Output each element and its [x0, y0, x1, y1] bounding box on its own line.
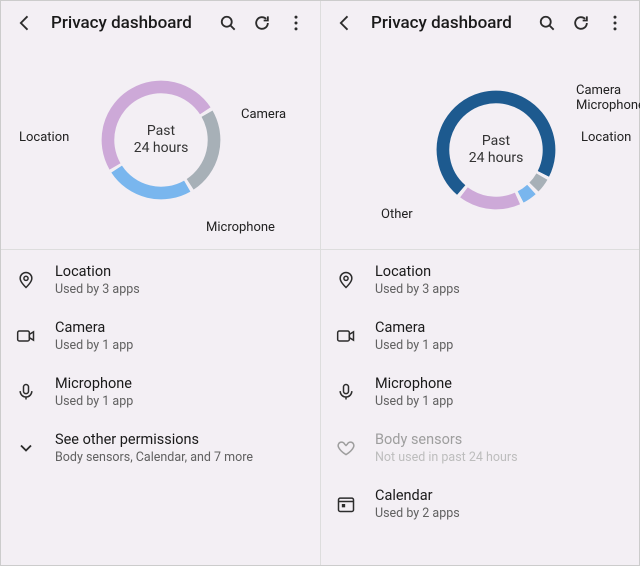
permission-row-microphone[interactable]: Microphone Used by 1 app — [321, 364, 639, 420]
permission-row-calendar[interactable]: Calendar Used by 2 apps — [321, 476, 639, 532]
row-subtitle: Used by 2 apps — [375, 506, 460, 521]
usage-donut-chart: Past 24 hours Other Camera Microphone Lo… — [321, 45, 639, 250]
calendar-icon — [335, 494, 357, 514]
chart-label-camera: Camera — [241, 107, 286, 122]
camera-icon — [335, 326, 357, 346]
heart-icon — [335, 438, 357, 458]
row-subtitle: Used by 1 app — [375, 394, 453, 409]
app-bar: Privacy dashboard — [1, 1, 320, 45]
microphone-icon — [335, 382, 357, 402]
chart-label-camera: Camera — [576, 83, 621, 98]
chart-label-location: Location — [19, 130, 69, 145]
right-panel: Privacy dashboard — [320, 1, 639, 565]
row-title: See other permissions — [55, 431, 253, 448]
more-icon[interactable] — [601, 9, 629, 37]
usage-donut-chart: Past 24 hours Location Camera Microphone — [1, 45, 320, 250]
row-title: Location — [375, 263, 460, 280]
refresh-icon[interactable] — [567, 9, 595, 37]
row-subtitle: Body sensors, Calendar, and 7 more — [55, 450, 253, 465]
permission-list: Location Used by 3 apps Camera Used by 1 ap… — [321, 250, 639, 534]
back-icon[interactable] — [11, 9, 39, 37]
permission-list: Location Used by 3 apps Camera Used by 1 ap… — [1, 250, 320, 478]
permission-row-see-other-permissions[interactable]: See other permissions Body sensors, Calen… — [1, 420, 320, 476]
permission-row-microphone[interactable]: Microphone Used by 1 app — [1, 364, 320, 420]
microphone-icon — [15, 382, 37, 402]
donut-center-label: Past 24 hours — [426, 80, 566, 220]
row-title: Camera — [55, 319, 133, 336]
left-panel: Privacy dashboard — [1, 1, 320, 565]
location-pin-icon — [335, 270, 357, 290]
permission-row-location[interactable]: Location Used by 3 apps — [1, 252, 320, 308]
row-title: Location — [55, 263, 140, 280]
search-icon[interactable] — [214, 9, 242, 37]
app-bar: Privacy dashboard — [321, 1, 639, 45]
row-title: Microphone — [375, 375, 453, 392]
row-title: Body sensors — [375, 431, 518, 448]
chevron-down-icon — [15, 438, 37, 458]
permission-row-camera[interactable]: Camera Used by 1 app — [1, 308, 320, 364]
row-title: Calendar — [375, 487, 460, 504]
row-subtitle: Used by 3 apps — [375, 282, 460, 297]
page-title: Privacy dashboard — [365, 13, 527, 33]
permission-row-location[interactable]: Location Used by 3 apps — [321, 252, 639, 308]
row-subtitle: Used by 1 app — [55, 338, 133, 353]
row-title: Camera — [375, 319, 453, 336]
back-icon[interactable] — [331, 9, 359, 37]
refresh-icon[interactable] — [248, 9, 276, 37]
camera-icon — [15, 326, 37, 346]
chart-label-microphone: Microphone — [206, 220, 275, 235]
donut-center-label: Past 24 hours — [91, 70, 231, 210]
permission-row-body-sensors[interactable]: Body sensors Not used in past 24 hours — [321, 420, 639, 476]
row-subtitle: Used by 3 apps — [55, 282, 140, 297]
donut-left: Past 24 hours — [91, 70, 231, 210]
row-title: Microphone — [55, 375, 133, 392]
permission-row-camera[interactable]: Camera Used by 1 app — [321, 308, 639, 364]
location-pin-icon — [15, 270, 37, 290]
chart-label-location: Location — [581, 130, 631, 145]
row-subtitle: Used by 1 app — [375, 338, 453, 353]
row-subtitle: Used by 1 app — [55, 394, 133, 409]
row-subtitle: Not used in past 24 hours — [375, 450, 518, 465]
chart-label-microphone: Microphone — [576, 98, 640, 113]
chart-label-other: Other — [381, 207, 413, 222]
more-icon[interactable] — [282, 9, 310, 37]
donut-right: Past 24 hours — [426, 80, 566, 220]
page-title: Privacy dashboard — [45, 13, 208, 33]
search-icon[interactable] — [533, 9, 561, 37]
